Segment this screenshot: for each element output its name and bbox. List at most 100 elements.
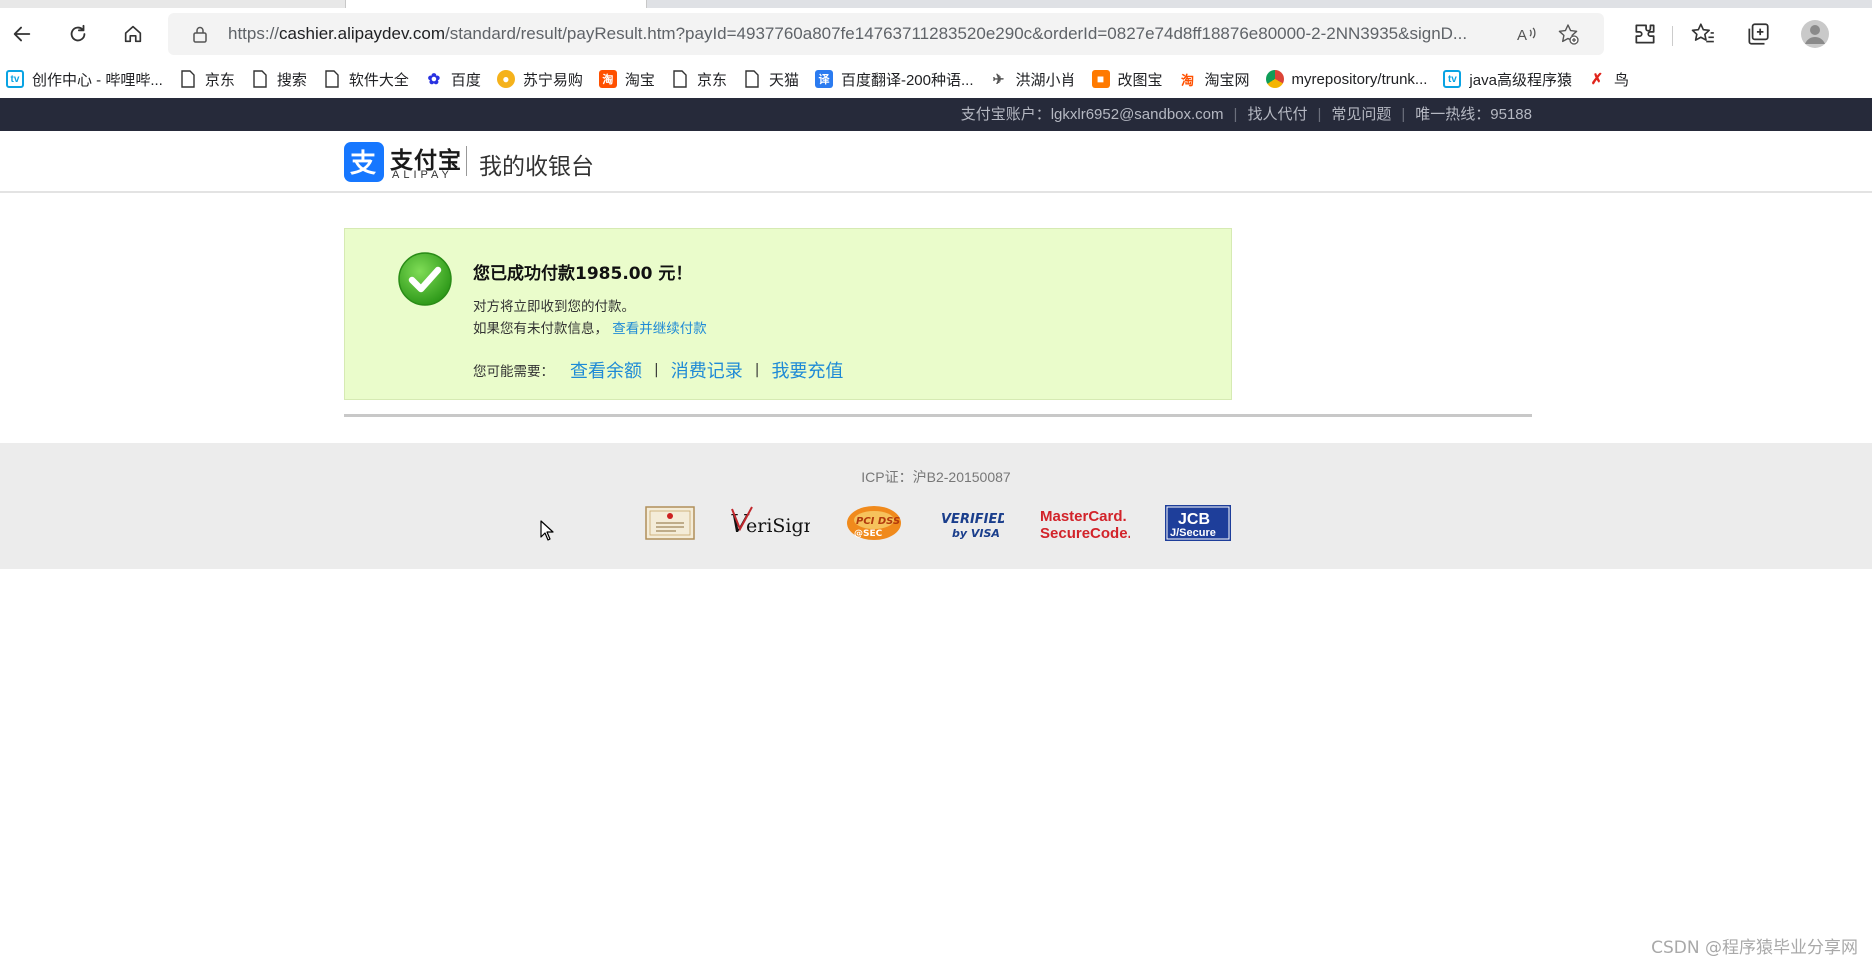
bookmark-item[interactable]: ✿ 百度 bbox=[417, 64, 489, 94]
page-title: 我的收银台 bbox=[479, 154, 594, 180]
suggested-actions: 您可能需要： 查看余额 | 消费记录 | 我要充值 bbox=[473, 357, 843, 383]
view-balance-link[interactable]: 查看余额 bbox=[570, 357, 642, 383]
bookmark-label: 搜索 bbox=[276, 71, 307, 89]
favorites-icon[interactable] bbox=[1690, 21, 1716, 47]
tab-strip bbox=[0, 0, 1872, 8]
link-separator: | bbox=[754, 362, 760, 378]
bookmark-item[interactable]: ✈ 洪湖小肖 bbox=[982, 64, 1084, 94]
home-button[interactable] bbox=[115, 16, 151, 52]
bilibili-icon: tv bbox=[6, 70, 24, 88]
mouse-cursor-icon bbox=[540, 520, 554, 541]
svg-text:支: 支 bbox=[350, 149, 376, 179]
pci-dss-logo: PCI DSS @SEC bbox=[847, 506, 901, 540]
alipay-logo-subtext: ALIPAY bbox=[392, 169, 453, 181]
bird-icon: ✈ bbox=[992, 70, 1005, 87]
address-bar[interactable]: https://cashier.alipaydev.com/standard/r… bbox=[168, 13, 1604, 55]
tab-inactive[interactable] bbox=[0, 0, 345, 8]
bookmark-label: 淘宝 bbox=[624, 71, 655, 89]
page-icon bbox=[251, 70, 269, 88]
bookmark-item[interactable]: 京东 bbox=[171, 64, 243, 94]
header-divider bbox=[466, 146, 467, 176]
find-payer-link[interactable]: 找人代付 bbox=[1247, 98, 1307, 131]
back-button[interactable] bbox=[4, 16, 40, 52]
csdn-watermark: CSDN @程序猿毕业分享网 bbox=[1651, 938, 1858, 958]
collections-icon[interactable] bbox=[1745, 21, 1771, 47]
bookmark-item[interactable]: ● 苏宁易购 bbox=[489, 64, 591, 94]
cert-badge-icon bbox=[645, 506, 695, 540]
bookmark-item[interactable]: ✗ 鸟 bbox=[1580, 64, 1637, 94]
bookmark-label: 洪湖小肖 bbox=[1015, 71, 1076, 89]
verisign-logo: V eriSign bbox=[730, 506, 810, 538]
svg-text:@SEC: @SEC bbox=[854, 529, 883, 539]
lock-icon[interactable] bbox=[190, 24, 210, 44]
bookmark-item[interactable]: ■ 改图宝 bbox=[1084, 64, 1171, 94]
svg-text:PCI DSS: PCI DSS bbox=[856, 516, 900, 527]
bookmark-item[interactable]: 淘淘宝网 bbox=[1171, 64, 1258, 94]
consumption-records-link[interactable]: 消费记录 bbox=[671, 357, 743, 383]
refresh-icon bbox=[70, 24, 86, 42]
bookmark-label: 苏宁易购 bbox=[522, 71, 583, 89]
page-icon bbox=[671, 70, 689, 88]
payment-success-panel: 您已成功付款1985.00 元！ 对方将立即收到您的付款。 如果您有未付款信息，… bbox=[344, 228, 1232, 400]
recharge-link[interactable]: 我要充值 bbox=[771, 357, 843, 383]
bookmark-label: 京东 bbox=[696, 71, 727, 89]
url-text[interactable]: https://cashier.alipaydev.com/standard/r… bbox=[228, 13, 1474, 55]
verified-by-visa-logo: VERIFIED by VISA bbox=[941, 512, 1004, 540]
favorite-add-icon[interactable] bbox=[1556, 22, 1580, 46]
back-arrow-icon bbox=[13, 26, 31, 42]
toolbar-divider bbox=[1672, 26, 1673, 46]
bookmark-label: 天猫 bbox=[768, 71, 799, 89]
bookmark-item[interactable]: tv java高级程序猿 bbox=[1435, 64, 1580, 94]
taobao-icon: 淘 bbox=[598, 70, 617, 88]
url-host: cashier.alipaydev.com bbox=[279, 24, 446, 43]
bookmark-item[interactable]: 搜索 bbox=[243, 64, 315, 94]
profile-avatar-icon[interactable] bbox=[1800, 19, 1830, 49]
browser-toolbar: https://cashier.alipaydev.com/standard/r… bbox=[0, 8, 1872, 60]
bookmark-label: 软件大全 bbox=[348, 71, 409, 89]
svg-text:MasterCard.: MasterCard. bbox=[1040, 508, 1127, 525]
content-divider bbox=[344, 414, 1532, 417]
topbar-links: 支付宝账户：lgkxlr6952@sandbox.com | 找人代付 | 常见… bbox=[961, 98, 1532, 131]
unpaid-info-text: 如果您有未付款信息， bbox=[473, 321, 608, 337]
footer: ICP证：沪B2-20150087 V eriSign PCI DSS @SEC… bbox=[0, 443, 1872, 569]
bookmark-label: 创作中心 - 哔哩哔... bbox=[32, 71, 163, 89]
bookmark-label: 百度翻译-200种语... bbox=[840, 71, 974, 89]
topbar-separator: | bbox=[1401, 106, 1406, 123]
svg-text:SecureCode.: SecureCode. bbox=[1040, 525, 1130, 542]
bookmark-label: 改图宝 bbox=[1117, 71, 1163, 89]
url-path: /standard/result/payResult.htm?payId=493… bbox=[445, 24, 1468, 43]
unpaid-info-line: 如果您有未付款信息， 查看并继续付款 bbox=[473, 317, 707, 337]
view-continue-pay-link[interactable]: 查看并继续付款 bbox=[612, 321, 707, 337]
topbar-separator: | bbox=[1317, 106, 1322, 123]
bookmark-item[interactable]: 软件大全 bbox=[315, 64, 417, 94]
cashier-header: 支 支付宝 ALIPAY 我的收银台 bbox=[0, 131, 1872, 193]
bookmark-item[interactable]: 天猫 bbox=[735, 64, 807, 94]
bookmark-item[interactable]: 京东 bbox=[663, 64, 735, 94]
translate-icon: 译 bbox=[814, 70, 833, 88]
tab-active[interactable] bbox=[345, 0, 647, 8]
alipay-logo-icon[interactable]: 支 bbox=[344, 142, 384, 182]
baidu-icon: ✿ bbox=[427, 71, 441, 88]
url-scheme: https:// bbox=[228, 24, 280, 43]
svg-text:A: A bbox=[1517, 27, 1527, 44]
bookmark-item[interactable]: 淘淘宝 bbox=[591, 64, 663, 94]
refresh-button[interactable] bbox=[60, 16, 96, 52]
bookmark-label: myrepository/trunk... bbox=[1291, 70, 1428, 88]
bookmark-label: 百度 bbox=[450, 71, 481, 89]
page-content: 支付宝账户：lgkxlr6952@sandbox.com | 找人代付 | 常见… bbox=[0, 98, 1872, 964]
read-aloud-icon[interactable]: A bbox=[1514, 22, 1538, 46]
bookmark-item[interactable]: tv 创作中心 - 哔哩哔... bbox=[0, 64, 171, 94]
success-title: 您已成功付款1985.00 元！ bbox=[473, 264, 693, 284]
page-icon bbox=[323, 70, 341, 88]
icp-license: ICP证：沪B2-20150087 bbox=[861, 469, 1011, 485]
extensions-icon[interactable] bbox=[1632, 21, 1658, 47]
bookmark-label: 鸟 bbox=[1613, 71, 1629, 89]
faq-link[interactable]: 常见问题 bbox=[1331, 98, 1391, 131]
taobao-icon: 淘 bbox=[1181, 72, 1195, 88]
bookmark-item[interactable]: 译百度翻译-200种语... bbox=[807, 64, 982, 94]
bird-red-icon: ✗ bbox=[1590, 71, 1604, 88]
mastercard-securecode-logo: MasterCard. SecureCode. bbox=[1040, 508, 1130, 542]
bookmark-item[interactable]: myrepository/trunk... bbox=[1258, 64, 1436, 94]
suggested-label: 您可能需要： bbox=[473, 364, 554, 380]
suning-icon: ● bbox=[496, 70, 515, 88]
